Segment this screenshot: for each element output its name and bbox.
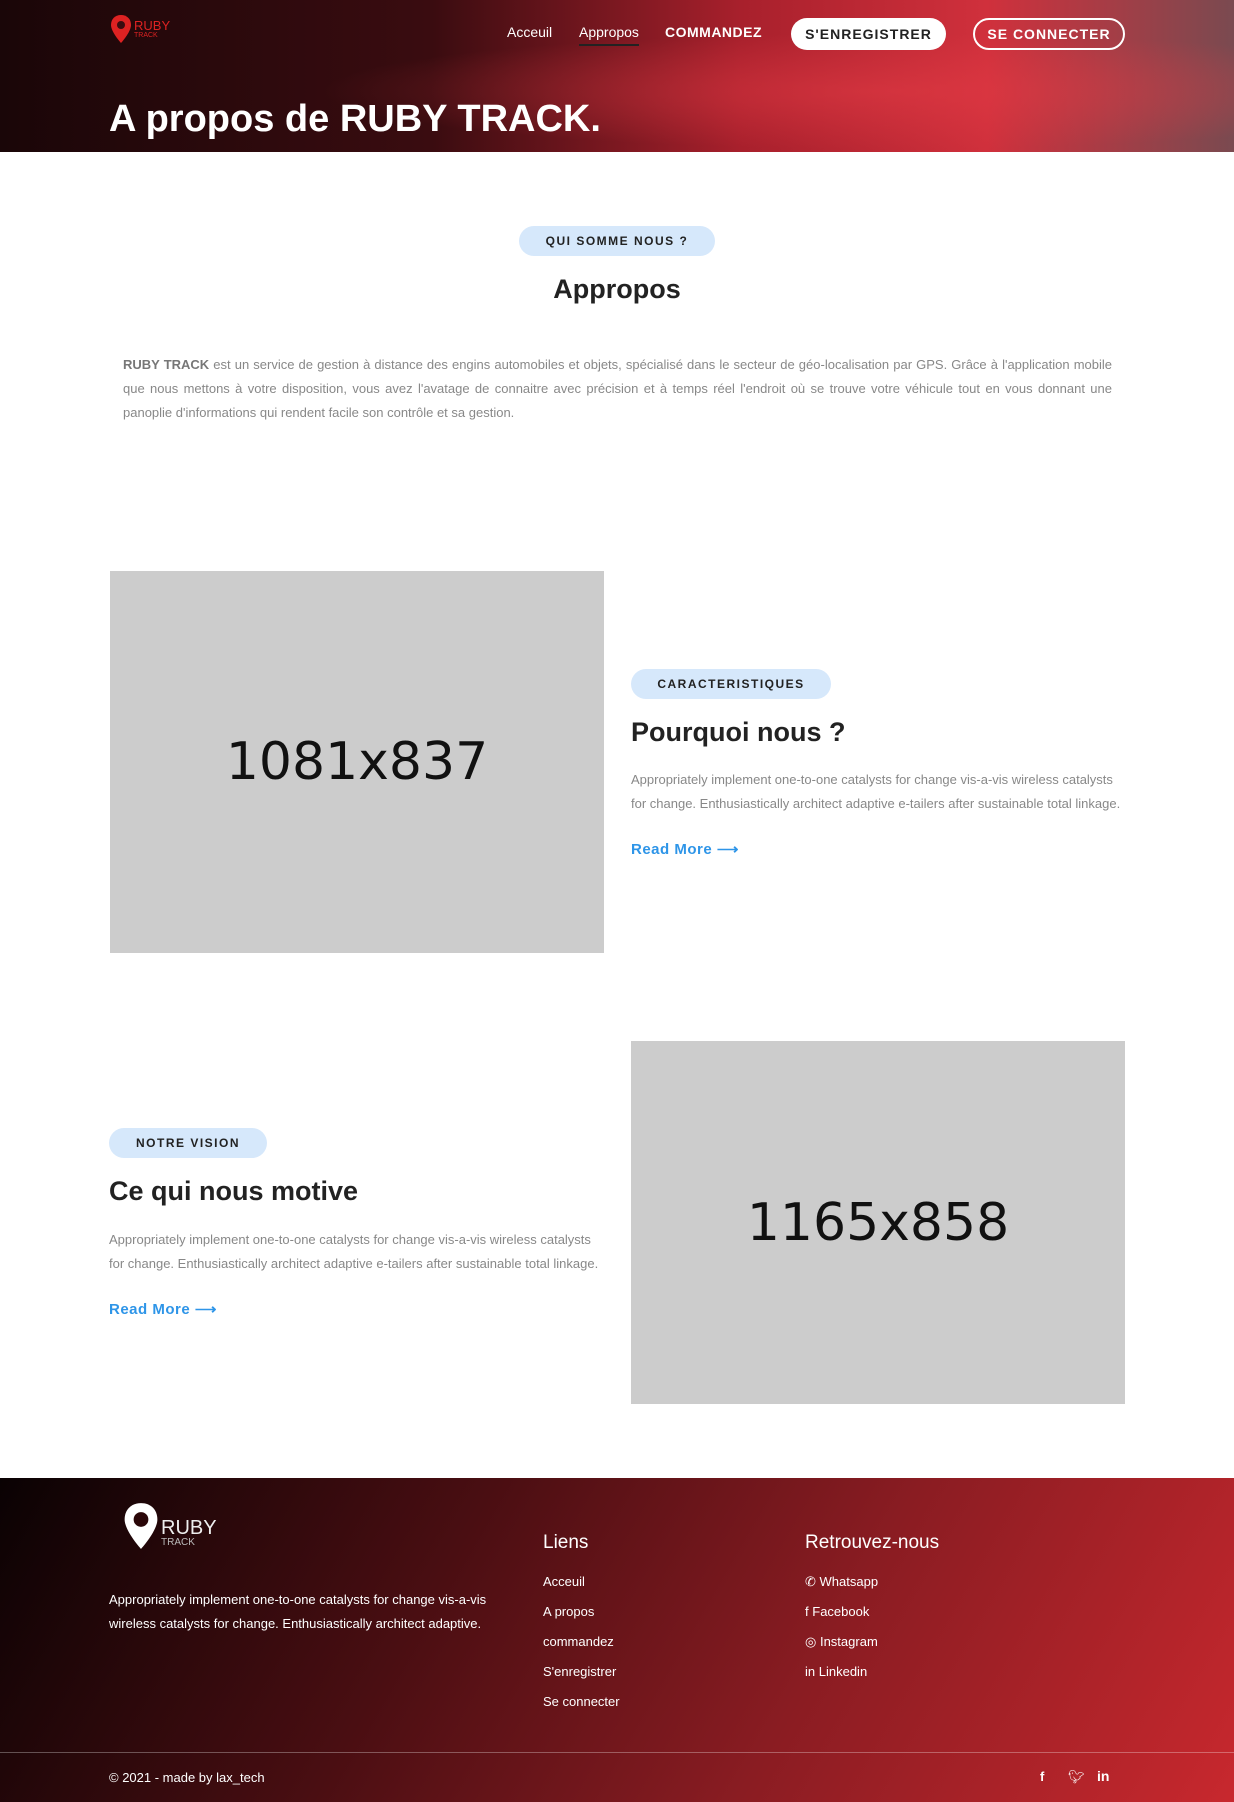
copyright: © 2021 - made by lax_tech (109, 1770, 265, 1785)
instagram-icon: ◎ (805, 1634, 817, 1649)
about-heading: Appropos (553, 274, 681, 304)
footer-link-acceuil[interactable]: Acceuil (543, 1574, 585, 1589)
features-heading: Pourquoi nous ? (631, 717, 846, 747)
register-button[interactable]: S'ENREGISTRER (791, 18, 946, 50)
twitter-icon[interactable]: 🐦︎ (1068, 1769, 1085, 1785)
nav-acceuil[interactable]: Acceuil (507, 24, 552, 40)
social-heading: Retrouvez-nous (805, 1532, 940, 1553)
whatsapp-icon: ✆ (805, 1574, 816, 1589)
linkedin-icon: in (805, 1664, 816, 1679)
instagram-label: Instagram (819, 1634, 878, 1649)
vision-heading: Ce qui nous motive (109, 1176, 359, 1206)
footer-link-login[interactable]: Se connecter (543, 1694, 620, 1709)
features-text: Appropriately implement one-to-one catal… (631, 772, 1121, 811)
footer-linkedin-link[interactable]: in Linkedin (805, 1664, 867, 1679)
about-body: est un service de gestion à distance des… (123, 357, 1112, 420)
location-pin-icon (110, 14, 132, 44)
features-read-more-link[interactable]: Read More ⟶ (631, 840, 739, 858)
login-button[interactable]: SE CONNECTER (973, 18, 1125, 50)
facebook-label: Facebook (812, 1604, 870, 1619)
facebook-icon[interactable]: f (1040, 1769, 1044, 1784)
about-text: RUBY TRACK est un service de gestion à d… (123, 353, 1112, 425)
features-badge: CARACTERISTIQUES (631, 669, 831, 699)
footer-whatsapp-link[interactable]: ✆ Whatsapp (805, 1574, 878, 1590)
facebook-icon: f (805, 1604, 809, 1619)
page-title: A propos de RUBY TRACK. (109, 98, 601, 140)
features-image-placeholder: 1081x837 (110, 571, 604, 953)
linkedin-label: Linkedin (818, 1664, 868, 1679)
footer-description: Appropriately implement one-to-one catal… (109, 1592, 487, 1631)
footer-logo-name: RUBY (161, 1517, 217, 1539)
footer-facebook-link[interactable]: f Facebook (805, 1604, 869, 1619)
logo-sub: TRACK (134, 32, 158, 39)
footer-divider (0, 1752, 1234, 1753)
footer-logo-sub: TRACK (161, 1537, 195, 1548)
linkedin-icon[interactable]: in (1097, 1768, 1109, 1784)
vision-image-placeholder: 1165x858 (631, 1041, 1125, 1404)
footer-instagram-link[interactable]: ◎ Instagram (805, 1634, 878, 1650)
logo-name: RUBY (134, 18, 171, 33)
footer-link-commandez[interactable]: commandez (543, 1634, 614, 1649)
whatsapp-label: Whatsapp (819, 1574, 879, 1589)
logo[interactable]: RUBY TRACK (110, 14, 170, 44)
location-pin-icon (123, 1500, 159, 1552)
vision-badge: NOTRE VISION (109, 1128, 267, 1158)
footer-link-apropos[interactable]: A propos (543, 1604, 594, 1619)
about-badge: QUI SOMME NOUS ? (519, 226, 715, 256)
nav-commandez[interactable]: COMMANDEZ (665, 24, 762, 40)
hero-header: RUBY TRACK Acceuil Appropos COMMANDEZ S'E… (0, 0, 1234, 152)
links-heading: Liens (543, 1532, 589, 1553)
nav-appropos[interactable]: Appropos (579, 24, 639, 46)
footer: RUBY TRACK Appropriately implement one-to… (0, 1478, 1234, 1802)
vision-text: Appropriately implement one-to-one catal… (109, 1232, 599, 1271)
footer-link-register[interactable]: S'enregistrer (543, 1664, 616, 1679)
about-brand: RUBY TRACK (123, 357, 210, 372)
vision-read-more-link[interactable]: Read More ⟶ (109, 1300, 217, 1318)
footer-logo[interactable]: RUBY TRACK (123, 1500, 217, 1552)
